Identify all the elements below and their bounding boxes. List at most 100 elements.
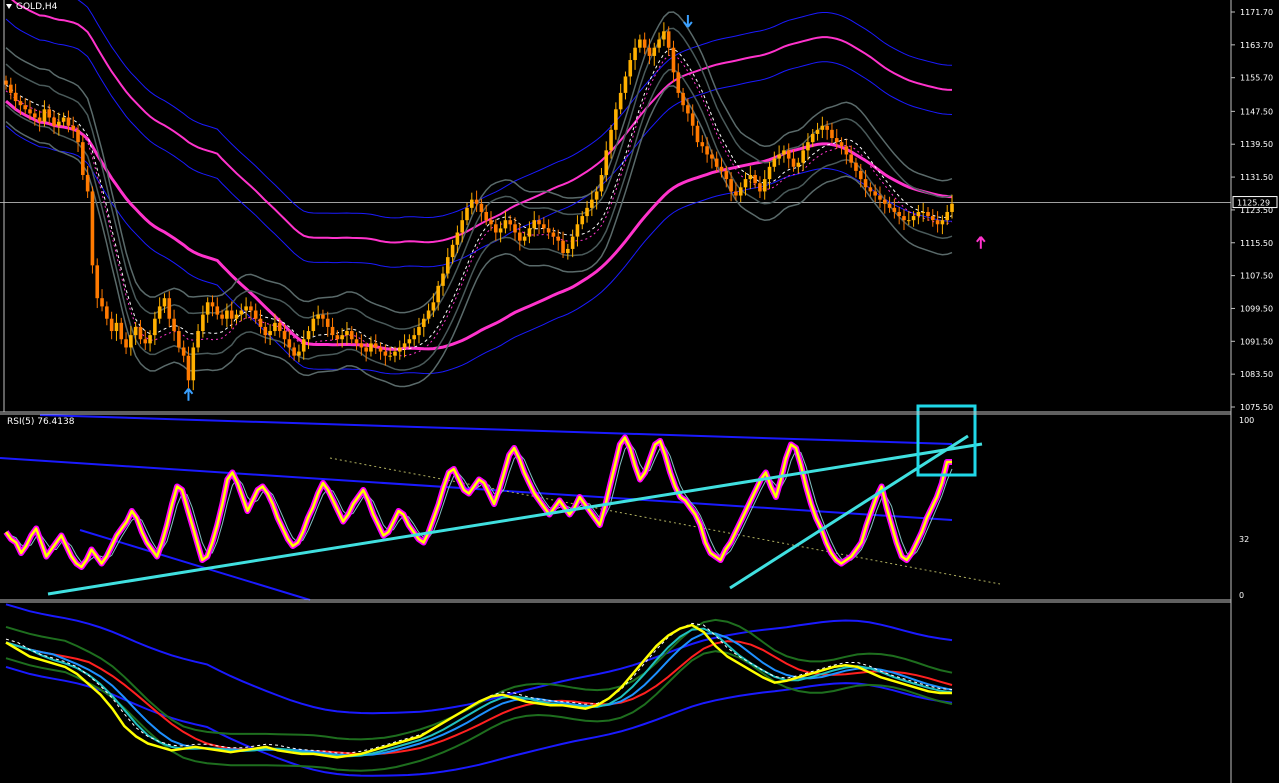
candle-body: [714, 158, 719, 167]
candle-body: [229, 310, 234, 319]
candle-body: [186, 355, 191, 381]
candle-body: [239, 310, 244, 315]
candle-body: [551, 232, 556, 237]
candle-body: [9, 84, 13, 93]
candle-body: [421, 318, 426, 327]
candle-body: [441, 273, 445, 286]
candle-body: [95, 265, 100, 299]
candle-body: [311, 318, 316, 332]
candle-body: [902, 216, 906, 221]
candle-body: [940, 220, 945, 225]
candle-body: [460, 220, 464, 233]
candle-body: [364, 347, 368, 352]
candle-body: [892, 207, 897, 212]
candle-body: [494, 224, 498, 233]
candle-body: [119, 322, 124, 340]
candle-body: [566, 248, 570, 254]
candle-body: [906, 220, 911, 222]
candle-body: [700, 142, 705, 147]
candle-body: [244, 306, 248, 311]
candle-body: [762, 179, 767, 192]
candle-body: [921, 211, 925, 213]
rsi-level-label: 32: [1239, 535, 1249, 544]
price-tick-label: 1139.50: [1240, 140, 1273, 149]
candle-body: [878, 195, 882, 200]
candle-body: [325, 318, 330, 327]
candle-body: [503, 220, 508, 229]
candle-body: [561, 240, 565, 254]
candle-body: [887, 203, 892, 208]
candle-body: [590, 199, 594, 208]
price-tick-label: 1155.70: [1240, 74, 1273, 83]
candle-body: [153, 318, 157, 336]
candle-body: [253, 310, 258, 319]
candle-body: [786, 150, 791, 159]
candle-body: [297, 351, 301, 356]
candle-body: [417, 326, 421, 336]
candle-body: [758, 183, 762, 192]
candle-body: [57, 121, 61, 126]
candle-body: [42, 109, 47, 122]
candle-body: [657, 39, 661, 48]
candle-body: [359, 343, 364, 348]
current-price-label: 1125.29: [1237, 199, 1270, 208]
candle-body: [527, 228, 532, 237]
candle-body: [220, 314, 224, 319]
candle-body: [469, 199, 474, 208]
candle-body: [148, 335, 152, 344]
candle-body: [753, 175, 757, 184]
candle-body: [911, 216, 916, 221]
candle-body: [426, 310, 431, 319]
candle-body: [935, 220, 940, 225]
candle-body: [705, 146, 709, 155]
candle-body: [124, 339, 128, 348]
candle-body: [465, 207, 469, 221]
price-tick-label: 1131.50: [1240, 173, 1273, 182]
candle-body: [383, 351, 388, 356]
candle-body: [157, 306, 162, 319]
candle-body: [633, 47, 637, 61]
price-tick-label: 1163.70: [1240, 41, 1273, 50]
candle-body: [335, 335, 340, 340]
candle-body: [330, 326, 335, 336]
candle-body: [345, 331, 349, 336]
candle-body: [114, 322, 119, 332]
candle-body: [710, 154, 714, 159]
candle-body: [858, 170, 863, 180]
price-tick-label: 1115.50: [1240, 239, 1273, 248]
candle-body: [686, 105, 690, 114]
candle-body: [268, 331, 272, 336]
candle-body: [854, 162, 858, 171]
candle-body: [599, 175, 604, 192]
candle-body: [570, 236, 575, 249]
candle-body: [109, 318, 114, 332]
candle-body: [873, 191, 877, 196]
candle-body: [18, 101, 23, 106]
candle-body: [177, 331, 181, 348]
candle-body: [201, 314, 205, 332]
candle-body: [273, 322, 277, 332]
candle-body: [748, 175, 753, 180]
candle-body: [301, 339, 306, 352]
candle-body: [825, 125, 829, 130]
candle-body: [292, 347, 296, 356]
candle-body: [181, 347, 186, 356]
candle-body: [47, 109, 52, 118]
candle-body: [830, 129, 834, 139]
candle-body: [484, 211, 489, 221]
candle-body: [282, 331, 287, 340]
candle-body: [926, 211, 930, 217]
candle-body: [930, 216, 935, 221]
candle-body: [388, 355, 392, 357]
candle-body: [681, 92, 685, 106]
candle-body: [407, 339, 412, 344]
menu-triangle-icon[interactable]: [6, 4, 12, 9]
candle-body: [373, 343, 378, 348]
candle-body: [834, 138, 839, 143]
candle-body: [647, 47, 652, 56]
candle-body: [354, 339, 359, 344]
candle-body: [349, 331, 354, 340]
candle-body: [594, 191, 599, 200]
symbol-text: GOLD,H4: [16, 2, 58, 12]
candle-body: [489, 220, 493, 225]
